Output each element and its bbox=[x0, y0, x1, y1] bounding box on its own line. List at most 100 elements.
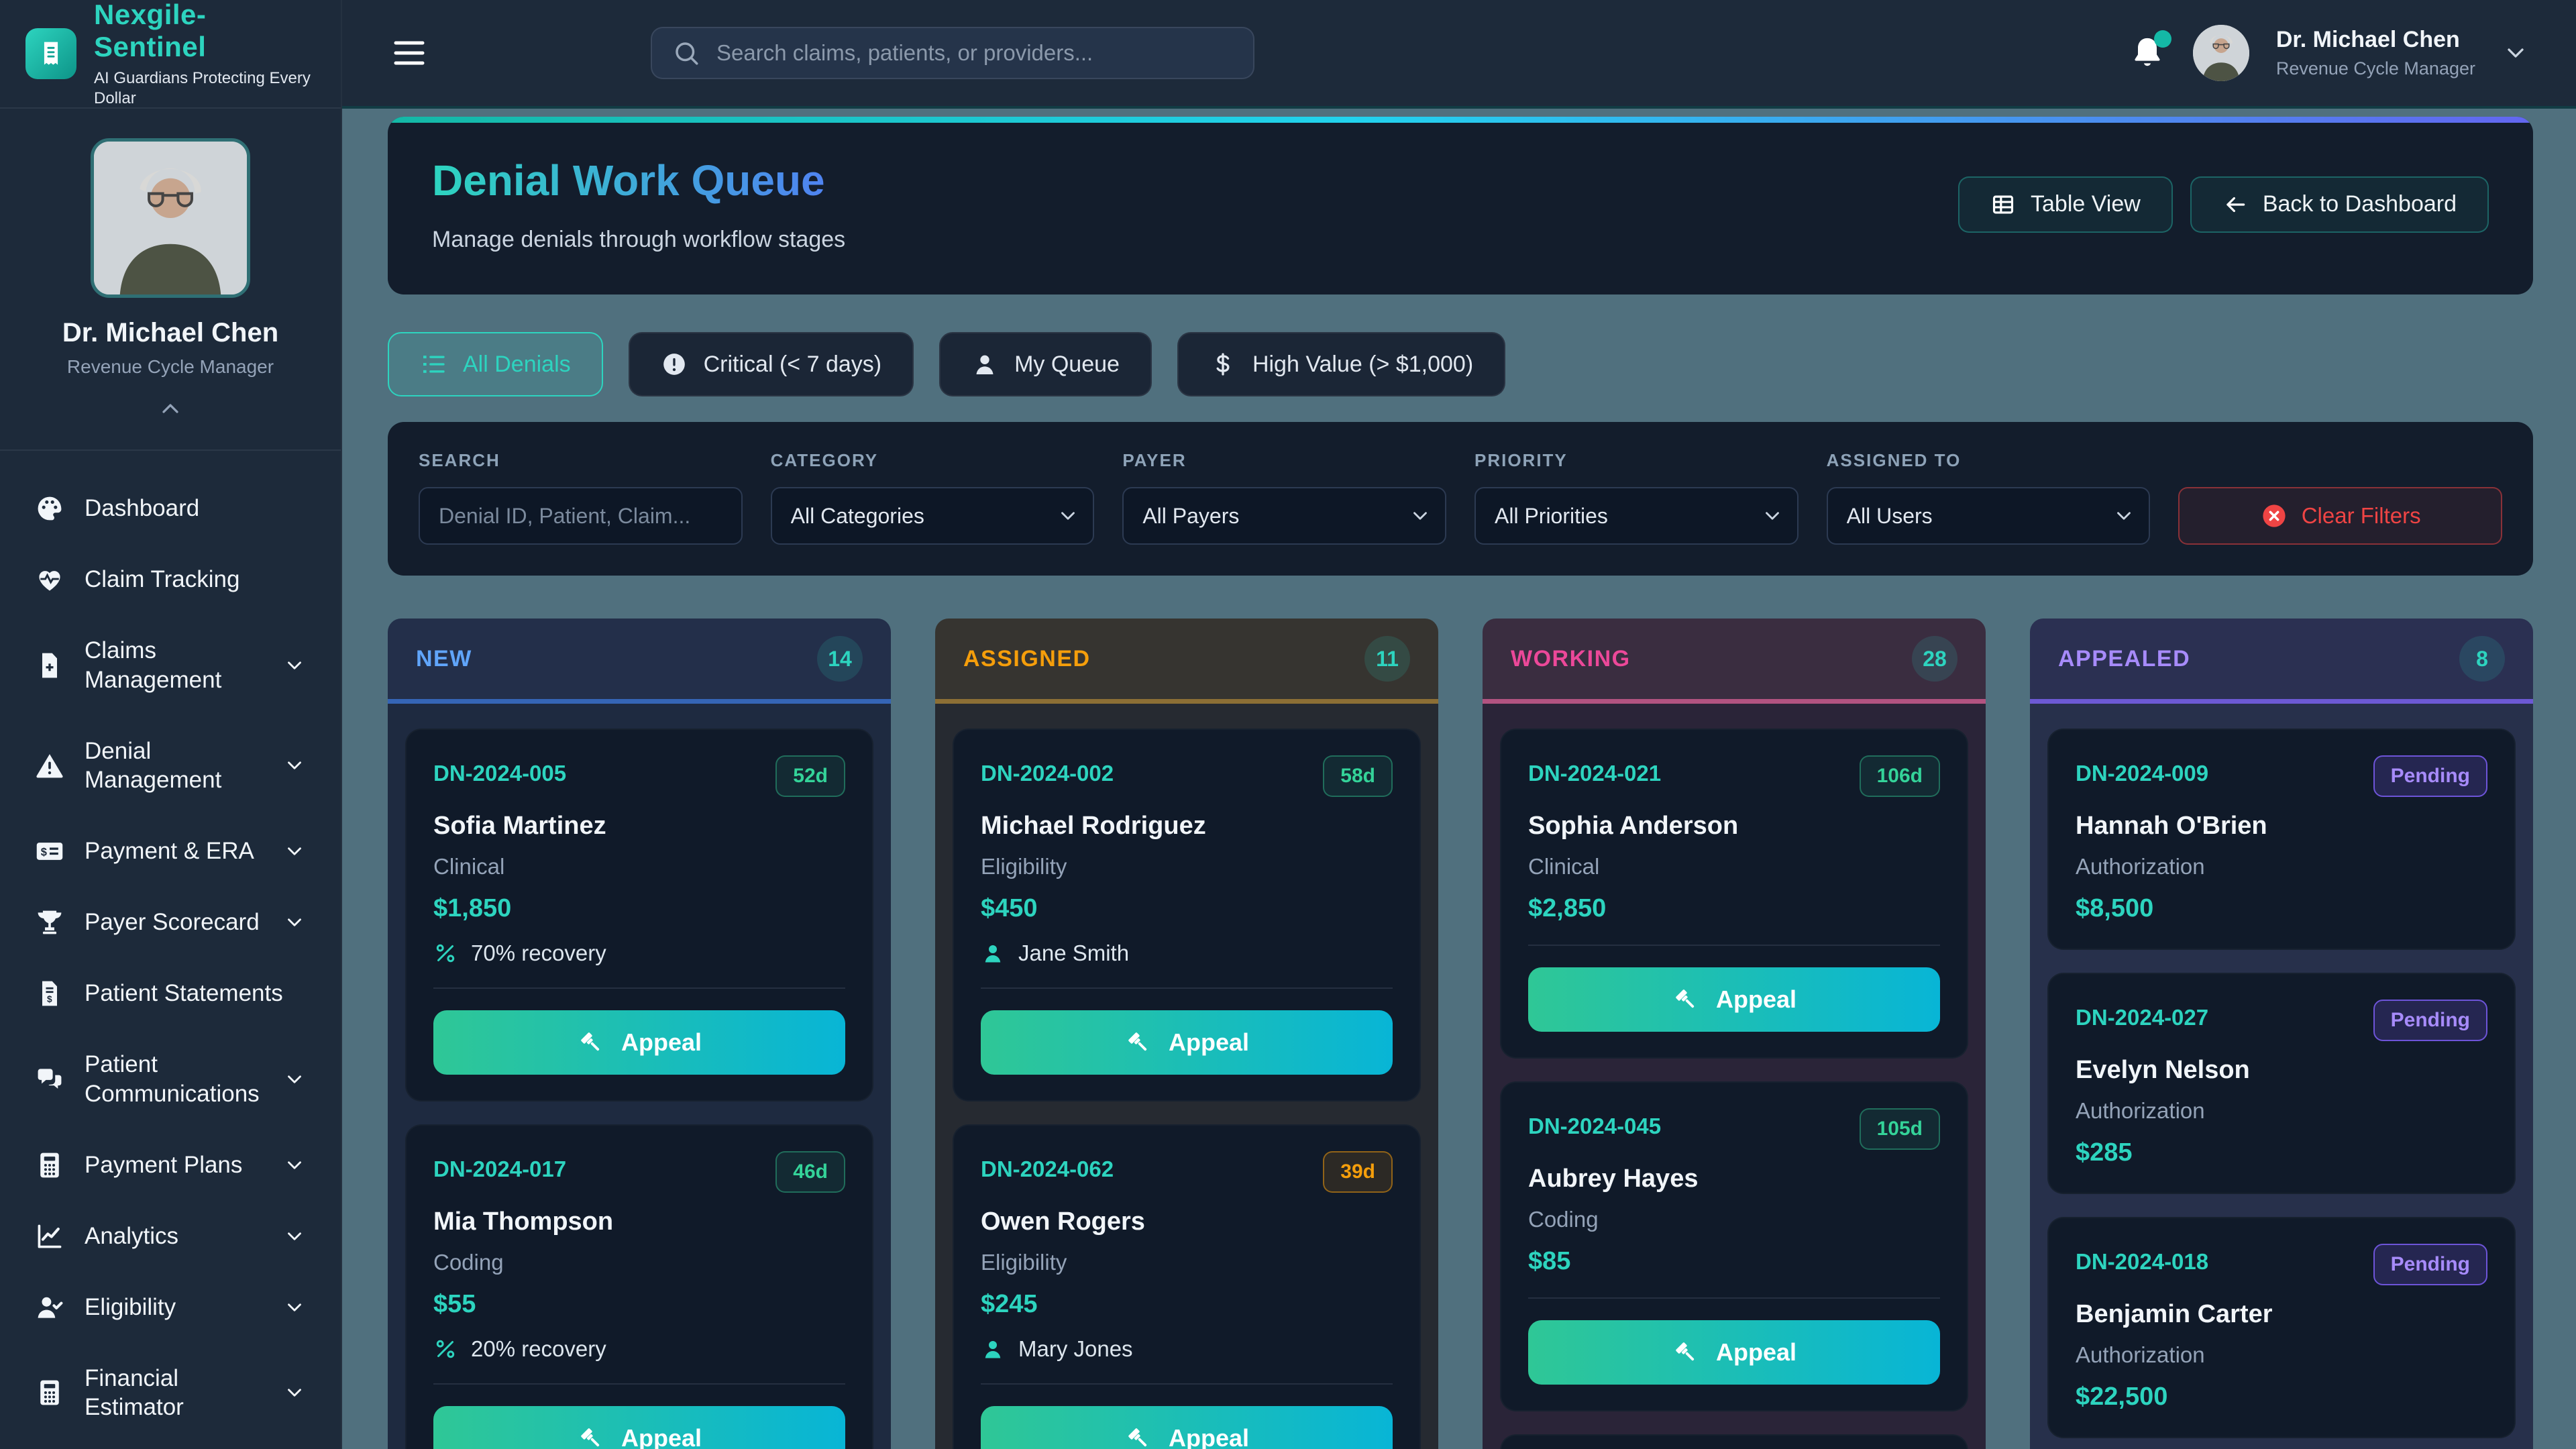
column-body: DN-2024-00258dMichael RodriguezEligibili… bbox=[935, 704, 1438, 1449]
comments-icon bbox=[35, 1065, 64, 1094]
denial-category: Authorization bbox=[2076, 1342, 2487, 1368]
sidebar-item-patient-communications[interactable]: Patient Communications bbox=[17, 1034, 323, 1125]
column-count-badge: 14 bbox=[817, 636, 863, 682]
denial-amount: $22,500 bbox=[2076, 1383, 2487, 1411]
column-body: DN-2024-021106dSophia AndersonClinical$2… bbox=[1483, 704, 1986, 1449]
appeal-button[interactable]: Appeal bbox=[1528, 967, 1940, 1032]
quick-filter-all-denials[interactable]: All Denials bbox=[388, 332, 603, 396]
back-to-dashboard-label: Back to Dashboard bbox=[2263, 191, 2457, 217]
column-title: ASSIGNED bbox=[963, 646, 1091, 672]
patient-name: Hannah O'Brien bbox=[2076, 812, 2487, 841]
denial-card[interactable]: DN-2024-027PendingEvelyn NelsonAuthoriza… bbox=[2047, 973, 2516, 1194]
days-badge: 58d bbox=[1323, 755, 1393, 797]
denial-category: Eligibility bbox=[981, 1250, 1393, 1275]
denial-card[interactable]: DN-2024-018Pending Benjamin Carter Authori… bbox=[2047, 1217, 2516, 1438]
patient-name: Benjamin Carter bbox=[2076, 1300, 2487, 1329]
denial-card[interactable]: DN-2024-00552dSofia MartinezClinical$1,8… bbox=[405, 729, 873, 1102]
kanban-column-working: WORKING28DN-2024-021106dSophia AndersonC… bbox=[1483, 619, 1986, 1449]
days-badge: 52d bbox=[775, 755, 845, 797]
denial-card[interactable]: DN-2024-00258dMichael RodriguezEligibili… bbox=[953, 729, 1421, 1102]
denial-id: DN-2024-062 bbox=[981, 1151, 1114, 1182]
sidebar-item-claims-management[interactable]: Claims Management bbox=[17, 620, 323, 711]
filter-payer: PAYER All Payers bbox=[1122, 450, 1446, 545]
sidebar-item-denial-management[interactable]: Denial Management bbox=[17, 720, 323, 812]
chevron-up-icon[interactable] bbox=[157, 395, 184, 422]
sidebar-item-label: Denial Management bbox=[85, 737, 263, 796]
appeal-label: Appeal bbox=[621, 1424, 702, 1449]
days-badge: 39d bbox=[1323, 1151, 1393, 1193]
table-view-button[interactable]: Table View bbox=[1958, 176, 2173, 233]
denial-card[interactable]: DN-2024-01746dMia ThompsonCoding$5520% r… bbox=[405, 1124, 873, 1449]
denial-card[interactable]: DN-2024-021106dSophia AndersonClinical$2… bbox=[1500, 729, 1968, 1059]
sidebar-item-financial-estimator[interactable]: Financial Estimator bbox=[17, 1348, 323, 1439]
avatar[interactable] bbox=[2193, 25, 2249, 81]
card-header: DN-2024-01746d bbox=[433, 1151, 845, 1193]
filter-label: PAYER bbox=[1122, 450, 1446, 471]
quick-filter-my-queue[interactable]: My Queue bbox=[939, 332, 1152, 396]
quick-filters: All Denials Critical (< 7 days) My Queue Hi… bbox=[388, 332, 2533, 396]
filter-select-payer[interactable]: All Payers bbox=[1122, 487, 1446, 545]
kanban-column-appealed: APPEALED8DN-2024-009PendingHannah O'Brie… bbox=[2030, 619, 2533, 1449]
column-body: DN-2024-00552dSofia MartinezClinical$1,8… bbox=[388, 704, 891, 1449]
filter-label: ASSIGNED TO bbox=[1827, 450, 2151, 471]
sidebar-item-patient-statements[interactable]: $Patient Statements bbox=[17, 963, 323, 1024]
arrow-left-icon bbox=[2222, 192, 2248, 217]
gavel-icon bbox=[1124, 1028, 1152, 1057]
sidebar-item-label: Payment Plans bbox=[85, 1150, 242, 1180]
app-root: Nexgile-Sentinel AI Guardians Protecting… bbox=[0, 0, 2576, 1449]
card-header: DN-2024-018Pending bbox=[2076, 1244, 2487, 1285]
patient-name: Owen Rogers bbox=[981, 1208, 1393, 1236]
denial-id: DN-2024-009 bbox=[2076, 755, 2208, 786]
sidebar-item-eligibility[interactable]: Eligibility bbox=[17, 1277, 323, 1338]
appeal-button[interactable]: Appeal bbox=[981, 1406, 1393, 1449]
appeal-button[interactable]: Appeal bbox=[1528, 1320, 1940, 1385]
page-subtitle: Manage denials through workflow stages bbox=[432, 227, 845, 253]
filter-search-input[interactable] bbox=[419, 487, 743, 545]
denial-card[interactable]: DN-2024-009PendingHannah O'BrienAuthoriz… bbox=[2047, 729, 2516, 950]
denial-amount: $2,850 bbox=[1528, 894, 1940, 923]
sidebar-item-label: Patient Communications bbox=[85, 1050, 263, 1109]
filter-select-category[interactable]: All Categories bbox=[771, 487, 1095, 545]
column-title: NEW bbox=[416, 646, 472, 672]
denial-id: DN-2024-005 bbox=[433, 755, 566, 786]
back-to-dashboard-button[interactable]: Back to Dashboard bbox=[2190, 176, 2489, 233]
svg-text:$: $ bbox=[47, 994, 52, 1004]
status-badge: Pending bbox=[2373, 755, 2487, 797]
sidebar-item-payer-scorecard[interactable]: Payer Scorecard bbox=[17, 892, 323, 953]
global-search-input[interactable] bbox=[716, 40, 1233, 66]
notifications-button[interactable] bbox=[2129, 34, 2166, 72]
app-name: Nexgile-Sentinel bbox=[94, 0, 315, 63]
sidebar-item-payment-plans[interactable]: Payment Plans bbox=[17, 1134, 323, 1196]
sidebar-item-dashboard[interactable]: Dashboard bbox=[17, 478, 323, 539]
clear-filters-button[interactable]: Clear Filters bbox=[2178, 487, 2502, 545]
sidebar-profile: Dr. Michael Chen Revenue Cycle Manager bbox=[0, 109, 341, 451]
appeal-button[interactable]: Appeal bbox=[433, 1406, 845, 1449]
denial-id: DN-2024-017 bbox=[433, 1151, 566, 1182]
sidebar-item-claim-tracking[interactable]: Claim Tracking bbox=[17, 549, 323, 610]
quick-filter-critical-7-days[interactable]: Critical (< 7 days) bbox=[629, 332, 914, 396]
sidebar-item-payment-era[interactable]: $Payment & ERA bbox=[17, 820, 323, 882]
quick-filter-high-value-1-000[interactable]: High Value (> $1,000) bbox=[1177, 332, 1505, 396]
chevron-down-icon bbox=[283, 1296, 306, 1319]
filter-priority: PRIORITYAll Priorities bbox=[1474, 450, 1799, 545]
sidebar-nav: Dashboard Claim Tracking Claims Management… bbox=[0, 451, 341, 1449]
filter-select-priority[interactable]: All Priorities bbox=[1474, 487, 1799, 545]
quick-filter-label: High Value (> $1,000) bbox=[1252, 352, 1473, 378]
column-title: WORKING bbox=[1511, 646, 1631, 672]
quick-filter-label: My Queue bbox=[1014, 352, 1120, 378]
filter-select-assigned-to[interactable]: All Users bbox=[1827, 487, 2151, 545]
denial-card[interactable]: DN-2024-06239dOwen RogersEligibility$245… bbox=[953, 1124, 1421, 1449]
sidebar-item-analytics[interactable]: Analytics bbox=[17, 1205, 323, 1267]
gavel-icon bbox=[1672, 985, 1700, 1014]
chart-line-icon bbox=[35, 1222, 64, 1251]
user-name: Dr. Michael Chen bbox=[2276, 27, 2475, 53]
sidebar-item-label: Payment & ERA bbox=[85, 837, 254, 866]
menu-icon[interactable] bbox=[389, 33, 429, 73]
denial-card[interactable]: DN-2024-045105dAubrey HayesCoding$85Appe… bbox=[1500, 1081, 1968, 1411]
appeal-button[interactable]: Appeal bbox=[981, 1010, 1393, 1075]
denial-amount: $8,500 bbox=[2076, 894, 2487, 923]
column-header: ASSIGNED11 bbox=[935, 619, 1438, 704]
chevron-down-icon[interactable] bbox=[2502, 40, 2529, 66]
denial-card[interactable]: DN-2024-053103dSebastian WardClinical bbox=[1500, 1434, 1968, 1449]
appeal-button[interactable]: Appeal bbox=[433, 1010, 845, 1075]
